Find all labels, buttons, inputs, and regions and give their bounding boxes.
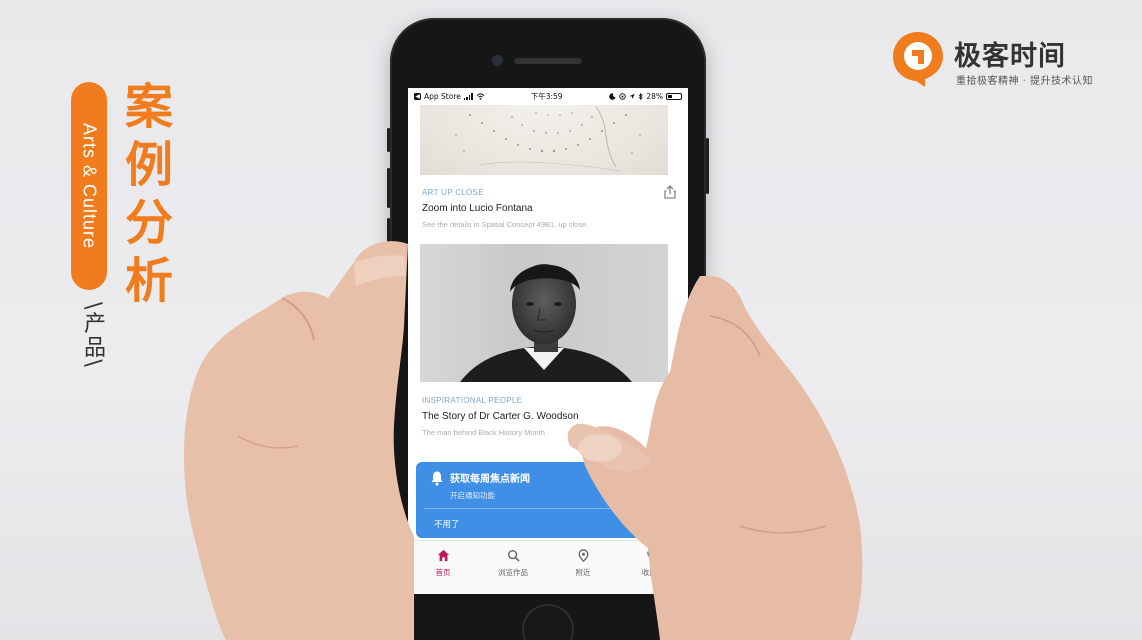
search-icon bbox=[507, 549, 520, 562]
card-category: ART UP CLOSE bbox=[422, 188, 484, 197]
card-description: See the details in Spatial Concept 49B1,… bbox=[422, 220, 587, 229]
bluetooth-icon bbox=[638, 93, 644, 100]
left-hand bbox=[183, 241, 414, 640]
artwork-pattern bbox=[455, 106, 641, 172]
moon-icon bbox=[609, 93, 616, 100]
case-study-title: 案 例 分 析 bbox=[118, 78, 180, 310]
title-char: 案 bbox=[124, 79, 173, 135]
back-app-label[interactable]: App Store bbox=[424, 92, 461, 101]
fontana-artwork-image[interactable] bbox=[420, 105, 668, 175]
tab-browse[interactable]: 浏览作品 bbox=[478, 541, 548, 594]
battery-percent: 28% bbox=[646, 92, 663, 101]
product-tag: \产品\ bbox=[80, 302, 105, 369]
rotation-lock-icon bbox=[619, 93, 627, 100]
home-icon bbox=[437, 549, 449, 562]
notification-subtitle: 开启通知功能 bbox=[450, 491, 495, 500]
front-camera bbox=[492, 55, 503, 66]
tab-label: 浏览作品 bbox=[498, 568, 528, 577]
volume-up-button bbox=[387, 168, 390, 208]
status-time: 下午3:59 bbox=[530, 92, 563, 101]
brand-slogan: 重拾极客精神 · 提升技术认知 bbox=[956, 76, 1094, 87]
brand-name: 极客时间 bbox=[954, 41, 1066, 72]
title-char: 分 bbox=[124, 195, 173, 251]
pill-label: Arts & Culture bbox=[79, 122, 100, 250]
cellular-signal-icon bbox=[463, 93, 473, 100]
title-char: 例 bbox=[124, 137, 173, 193]
bell-icon bbox=[431, 471, 443, 486]
tab-home[interactable]: 首页 bbox=[408, 541, 478, 594]
title-char: 析 bbox=[124, 253, 173, 309]
dismiss-button[interactable]: 不用了 bbox=[434, 518, 460, 530]
location-arrow-icon bbox=[629, 93, 635, 100]
status-bar: ◀ App Store 下午3:59 28% bbox=[408, 88, 688, 105]
tab-label: 首页 bbox=[435, 568, 451, 577]
wifi-icon bbox=[476, 93, 485, 100]
card-title[interactable]: Zoom into Lucio Fontana bbox=[422, 203, 662, 214]
geektime-brand: 极客时间 重拾极客精神 · 提升技术认知 bbox=[890, 26, 1120, 90]
feed-card-1[interactable]: ART UP CLOSE Zoom into Lucio Fontana See… bbox=[422, 188, 662, 229]
notification-title: 获取每周焦点新闻 bbox=[450, 474, 530, 485]
share-icon[interactable] bbox=[664, 185, 676, 199]
battery-icon bbox=[666, 93, 682, 100]
geektime-logo-icon bbox=[893, 32, 943, 87]
back-to-app-icon[interactable]: ◀ bbox=[414, 93, 421, 100]
arts-culture-pill: Arts & Culture bbox=[71, 82, 107, 290]
right-hand bbox=[567, 276, 863, 640]
mute-switch bbox=[387, 128, 390, 152]
power-button bbox=[706, 138, 709, 194]
earpiece-speaker bbox=[514, 58, 582, 64]
